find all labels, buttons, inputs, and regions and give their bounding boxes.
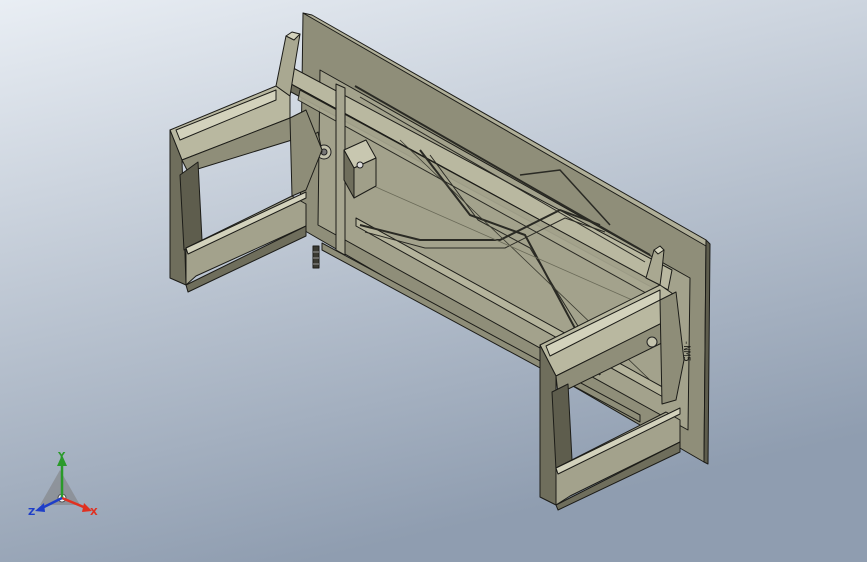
triad-y-label: Y (57, 451, 66, 462)
locating-pin[interactable] (312, 245, 320, 269)
triad-z-label: Z (28, 507, 35, 518)
triad-x-label: X (90, 507, 98, 518)
viewport-canvas[interactable]: -NM5 Y X Z (0, 0, 867, 562)
cad-viewport[interactable]: -NM5 Y X Z (0, 0, 867, 562)
plate-marking: -NM5 (681, 340, 691, 362)
